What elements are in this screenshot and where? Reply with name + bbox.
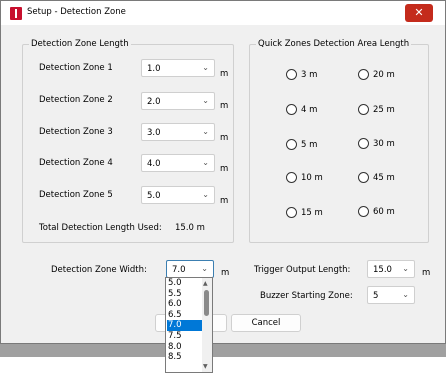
buzzer-zone-select[interactable]: 5 ⌄ (367, 286, 415, 304)
zone-3-value: 3.0 (147, 128, 161, 138)
dropdown-scrollbar[interactable]: ▲ ▼ (202, 278, 212, 372)
chevron-down-icon: ⌄ (202, 127, 209, 136)
zone-5-value: 5.0 (147, 191, 161, 201)
dropdown-option-5-5[interactable]: 5.5 (167, 289, 203, 300)
zone-3-select[interactable]: 3.0 ⌄ (141, 123, 215, 141)
dropdown-option-6-0[interactable]: 6.0 (167, 299, 203, 310)
detection-zone-length-legend: Detection Zone Length (29, 39, 131, 49)
zone-1-select[interactable]: 1.0 ⌄ (141, 59, 215, 77)
quick-zones-group: Quick Zones Detection Area Length (249, 39, 429, 243)
quick-zone-label-4m: 4 m (301, 105, 318, 115)
quick-zone-label-25m: 25 m (373, 105, 395, 115)
scroll-up-arrow-icon[interactable]: ▲ (203, 280, 208, 287)
quick-zone-radio-25m[interactable] (358, 104, 369, 115)
quick-zones-legend: Quick Zones Detection Area Length (256, 39, 412, 49)
cancel-button[interactable]: Cancel (231, 314, 301, 332)
quick-zone-radio-45m[interactable] (358, 172, 369, 183)
zone-4-label: Detection Zone 4 (39, 158, 113, 168)
quick-zone-label-30m: 30 m (373, 139, 395, 149)
trigger-output-select[interactable]: 15.0 ⌄ (367, 260, 415, 278)
zone-2-select[interactable]: 2.0 ⌄ (141, 92, 215, 110)
scroll-down-arrow-icon[interactable]: ▼ (203, 363, 208, 370)
quick-zone-label-60m: 60 m (373, 207, 395, 217)
zone-1-unit: m (220, 69, 229, 79)
buzzer-zone-value: 5 (373, 291, 379, 301)
chevron-down-icon: ⌄ (202, 190, 209, 199)
zone-width-select[interactable]: 7.0 ⌄ (166, 260, 214, 278)
title-bar: Setup - Detection Zone ✕ (1, 1, 445, 25)
trigger-output-label: Trigger Output Length: (254, 265, 351, 275)
quick-zone-radio-20m[interactable] (358, 69, 369, 80)
scrollbar-thumb[interactable] (204, 290, 209, 316)
zone-width-dropdown-list[interactable]: 5.0 5.5 6.0 6.5 7.0 7.5 8.0 8.5 ▲ ▼ (165, 277, 213, 373)
dropdown-option-8-5[interactable]: 8.5 (167, 352, 203, 363)
zone-5-label: Detection Zone 5 (39, 190, 113, 200)
quick-zone-radio-4m[interactable] (286, 104, 297, 115)
dropdown-option-7-5[interactable]: 7.5 (167, 331, 203, 342)
dropdown-option-8-0[interactable]: 8.0 (167, 342, 203, 353)
chevron-down-icon: ⌄ (402, 264, 409, 273)
zone-1-label: Detection Zone 1 (39, 63, 113, 73)
quick-zone-label-45m: 45 m (373, 173, 395, 183)
chevron-down-icon: ⌄ (201, 264, 208, 273)
quick-zone-radio-60m[interactable] (358, 206, 369, 217)
zone-2-value: 2.0 (147, 97, 161, 107)
dropdown-option-5-0[interactable]: 5.0 (167, 278, 203, 289)
zone-4-select[interactable]: 4.0 ⌄ (141, 154, 215, 172)
zone-2-unit: m (220, 101, 229, 111)
window-title: Setup - Detection Zone (27, 7, 126, 17)
quick-zone-radio-15m[interactable] (286, 207, 297, 218)
zone-1-value: 1.0 (147, 64, 161, 74)
chevron-down-icon: ⌄ (202, 158, 209, 167)
total-length-value: 15.0 m (175, 223, 205, 233)
quick-zone-radio-3m[interactable] (286, 69, 297, 80)
chevron-down-icon: ⌄ (202, 63, 209, 72)
dropdown-option-6-5[interactable]: 6.5 (167, 310, 203, 321)
close-button[interactable]: ✕ (405, 4, 433, 22)
zone-4-value: 4.0 (147, 159, 161, 169)
zone-width-value: 7.0 (172, 265, 186, 275)
dropdown-option-7-0[interactable]: 7.0 (167, 320, 203, 331)
quick-zone-radio-10m[interactable] (286, 172, 297, 183)
zone-5-select[interactable]: 5.0 ⌄ (141, 186, 215, 204)
setup-detection-zone-dialog: Setup - Detection Zone ✕ Detection Zone … (0, 0, 446, 344)
zone-width-unit: m (221, 268, 230, 278)
zone-5-unit: m (220, 196, 229, 206)
background-bar (0, 344, 446, 357)
chevron-down-icon: ⌄ (402, 290, 409, 299)
zone-width-label: Detection Zone Width: (51, 265, 147, 275)
quick-zone-radio-30m[interactable] (358, 138, 369, 149)
quick-zone-label-10m: 10 m (301, 173, 323, 183)
zone-3-label: Detection Zone 3 (39, 127, 113, 137)
trigger-output-unit: m (422, 268, 431, 278)
app-logo-icon (10, 7, 22, 20)
zone-4-unit: m (220, 164, 229, 174)
total-length-label: Total Detection Length Used: (39, 223, 162, 233)
background-area (0, 344, 446, 379)
close-icon: ✕ (414, 6, 424, 19)
chevron-down-icon: ⌄ (202, 96, 209, 105)
quick-zone-label-15m: 15 m (301, 208, 323, 218)
quick-zone-label-5m: 5 m (301, 140, 318, 150)
quick-zone-radio-5m[interactable] (286, 139, 297, 150)
quick-zone-label-3m: 3 m (301, 70, 318, 80)
zone-2-label: Detection Zone 2 (39, 95, 113, 105)
trigger-output-value: 15.0 (373, 265, 392, 275)
quick-zone-label-20m: 20 m (373, 70, 395, 80)
buzzer-zone-label: Buzzer Starting Zone: (260, 291, 353, 301)
zone-3-unit: m (220, 133, 229, 143)
